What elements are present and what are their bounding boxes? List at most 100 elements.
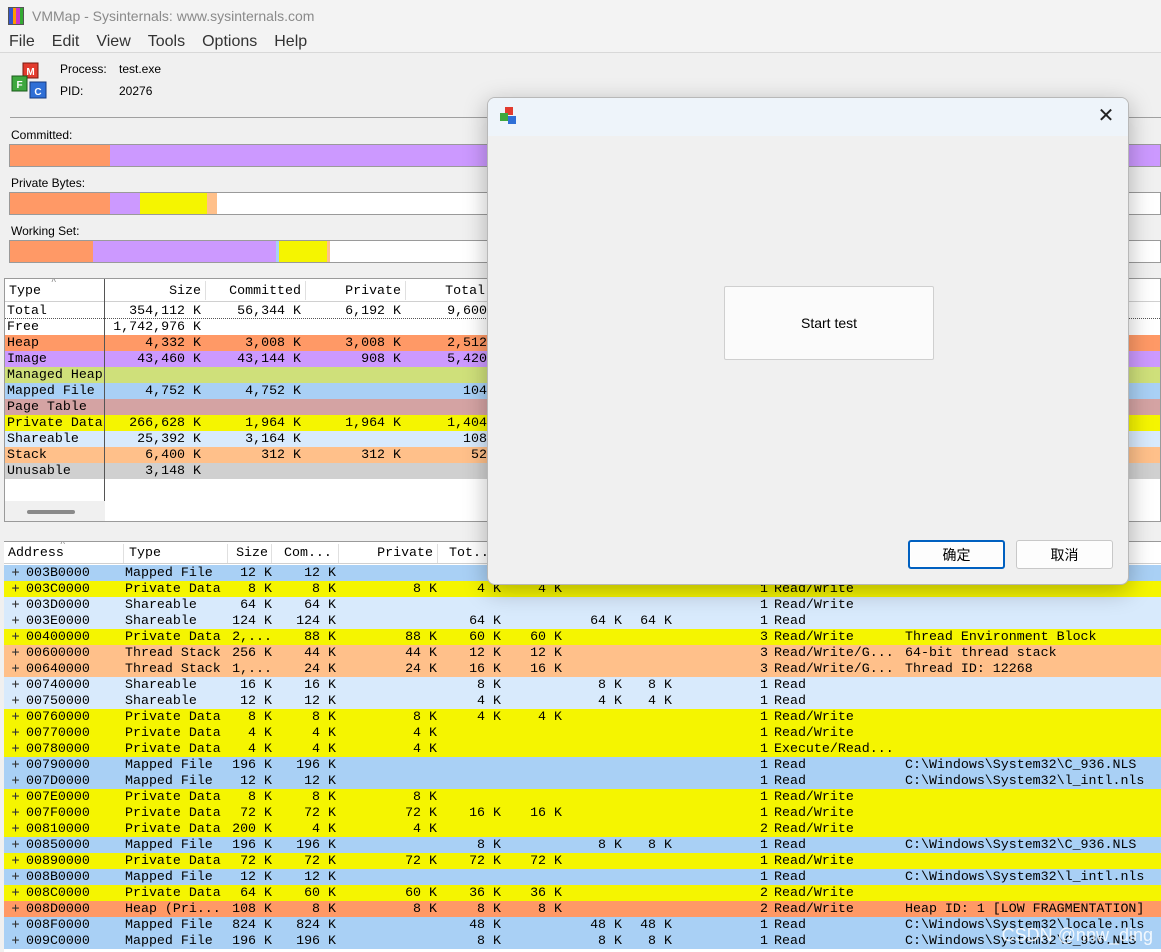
expand-plus-icon[interactable]: + — [9, 774, 22, 788]
detail-col-type[interactable]: Type — [129, 545, 161, 561]
menu-help[interactable]: Help — [266, 33, 315, 51]
detail-row[interactable]: +009C0000 Mapped File 196 K 196 K 8 K 8 K 8 K 1… — [4, 933, 1161, 949]
detail-col-size[interactable]: Size — [228, 545, 268, 561]
menu-options[interactable]: Options — [194, 33, 265, 51]
summary-cell-size: 354,112 K — [129, 303, 201, 318]
detail-row[interactable]: +008C0000 Private Data 64 K 60 K 60 K 36 K 36 … — [4, 885, 1161, 901]
detail-row[interactable]: +00740000 Shareable 16 K 16 K 8 K 8 K 8 K 1 Read — [4, 677, 1161, 693]
cancel-button[interactable]: 取消 — [1016, 540, 1113, 569]
detail-cell-committed: 8 K — [312, 581, 336, 596]
dialog-title-bar: ✕ — [488, 98, 1128, 136]
expand-plus-icon[interactable]: + — [9, 630, 22, 644]
expand-plus-icon[interactable]: + — [9, 886, 22, 900]
detail-row[interactable]: +007F0000 Private Data 72 K 72 K 72 K 16 K 16 … — [4, 805, 1161, 821]
detail-cell-type: Thread Stack — [125, 645, 221, 660]
detail-row[interactable]: +00400000 Private Data 2,... 88 K 88 K 60 K 60… — [4, 629, 1161, 645]
expand-plus-icon[interactable]: + — [9, 870, 22, 884]
expand-plus-icon[interactable]: + — [9, 758, 22, 772]
expand-plus-icon[interactable]: + — [9, 742, 22, 756]
detail-cell-shareable-ws: 8 K — [598, 933, 622, 948]
detail-cell-blocks: 1 — [760, 757, 768, 772]
start-test-button[interactable]: Start test — [724, 286, 934, 360]
expand-plus-icon[interactable]: + — [9, 566, 22, 580]
scrollbar-thumb[interactable] — [27, 510, 75, 514]
detail-cell-blocks: 1 — [760, 837, 768, 852]
private-bytes-bar-stack — [207, 193, 217, 214]
detail-row[interactable]: +008D0000 Heap (Pri... 108 K 8 K 8 K 8 K 8 K 2R… — [4, 901, 1161, 917]
expand-plus-icon[interactable]: + — [9, 646, 22, 660]
column-divider[interactable] — [271, 544, 272, 563]
summary-col-committed[interactable]: Committed — [205, 283, 301, 301]
detail-row[interactable]: +00770000 Private Data 4 K 4 K 4 K 1 Read/Writ… — [4, 725, 1161, 741]
column-divider[interactable] — [123, 544, 124, 563]
summary-horizontal-scrollbar[interactable] — [5, 501, 105, 521]
working-set-bar-private-data — [279, 241, 327, 262]
private-bytes-bar-heap — [10, 193, 110, 214]
detail-row[interactable]: +003E0000 Shareable 124 K 124 K 64 K 64 K 64 K… — [4, 613, 1161, 629]
detail-row[interactable]: +008B0000 Mapped File 12 K 12 K 1 Read C:\Wind… — [4, 869, 1161, 885]
detail-cell-details: 64-bit thread stack — [905, 645, 1057, 660]
detail-row[interactable]: +00890000 Private Data 72 K 72 K 72 K 72 K 72 … — [4, 853, 1161, 869]
detail-cell-size: 8 K — [248, 709, 272, 724]
menu-view[interactable]: View — [88, 33, 138, 51]
detail-row[interactable]: +007D0000 Mapped File 12 K 12 K 1 Read C:\Wind… — [4, 773, 1161, 789]
expand-plus-icon[interactable]: + — [9, 838, 22, 852]
detail-cell-protection: Read — [774, 773, 806, 788]
expand-plus-icon[interactable]: + — [9, 790, 22, 804]
detail-row[interactable]: +00850000 Mapped File 196 K 196 K 8 K 8 K 8 K 1… — [4, 837, 1161, 853]
detail-row[interactable]: +007E0000 Private Data 8 K 8 K 8 K 1 Read/Writ… — [4, 789, 1161, 805]
detail-cell-shared-ws: 8 K — [648, 677, 672, 692]
detail-row[interactable]: +00760000 Private Data 8 K 8 K 8 K 4 K 4 K 1 Rea… — [4, 709, 1161, 725]
expand-plus-icon[interactable]: + — [9, 726, 22, 740]
detail-row[interactable]: +00750000 Shareable 12 K 12 K 4 K 4 K 4 K 1 Read — [4, 693, 1161, 709]
summary-cell-committed: 3,164 K — [245, 431, 301, 446]
expand-plus-icon[interactable]: + — [9, 582, 22, 596]
detail-cell-protection: Read/Write/G... — [774, 645, 894, 660]
detail-row[interactable]: +008F0000 Mapped File 824 K 824 K 48 K 48 K 48… — [4, 917, 1161, 933]
detail-cell-type: Shareable — [125, 597, 197, 612]
column-divider[interactable] — [437, 544, 438, 563]
expand-plus-icon[interactable]: + — [9, 678, 22, 692]
detail-cell-type: Mapped File — [125, 917, 213, 932]
menu-edit[interactable]: Edit — [44, 33, 88, 51]
detail-cell-protection: Read/Write — [774, 597, 854, 612]
expand-plus-icon[interactable]: + — [9, 598, 22, 612]
detail-cell-type: Thread Stack — [125, 661, 221, 676]
expand-plus-icon[interactable]: + — [9, 902, 22, 916]
expand-plus-icon[interactable]: + — [9, 694, 22, 708]
detail-cell-type: Mapped File — [125, 837, 213, 852]
expand-plus-icon[interactable]: + — [9, 822, 22, 836]
menu-tools[interactable]: Tools — [140, 33, 193, 51]
detail-cell-private-ws: 72 K — [530, 853, 562, 868]
expand-plus-icon[interactable]: + — [9, 662, 22, 676]
summary-cell-committed: 56,344 K — [237, 303, 301, 318]
summary-col-private[interactable]: Private — [305, 283, 401, 301]
detail-row[interactable]: +00790000 Mapped File 196 K 196 K 1 Read C:\Wi… — [4, 757, 1161, 773]
detail-cell-type: Private Data — [125, 853, 221, 868]
expand-plus-icon[interactable]: + — [9, 854, 22, 868]
detail-cell-address: 003D0000 — [26, 597, 90, 612]
detail-row[interactable]: +00640000 Thread Stack 1,... 24 K 24 K 16 K 16… — [4, 661, 1161, 677]
detail-cell-type: Mapped File — [125, 565, 213, 580]
detail-row[interactable]: +003D0000 Shareable 64 K 64 K 1 Read/Write — [4, 597, 1161, 613]
detail-row[interactable]: +00600000 Thread Stack 256 K 44 K 44 K 12 K 12… — [4, 645, 1161, 661]
dialog-close-icon[interactable]: ✕ — [1094, 104, 1118, 128]
expand-plus-icon[interactable]: + — [9, 806, 22, 820]
expand-plus-icon[interactable]: + — [9, 934, 22, 948]
summary-cell-size: 3,148 K — [145, 463, 201, 478]
detail-col-address[interactable]: Address — [8, 545, 64, 561]
detail-col-private[interactable]: Private — [339, 545, 433, 561]
summary-col-size[interactable]: Size — [105, 283, 201, 301]
detail-col-committed[interactable]: Com... — [284, 545, 332, 561]
detail-cell-address: 00600000 — [26, 645, 90, 660]
detail-cell-committed: 196 K — [296, 757, 336, 772]
detail-row[interactable]: +00810000 Private Data 200 K 4 K 4 K 2 Read/Wr… — [4, 821, 1161, 837]
expand-plus-icon[interactable]: + — [9, 918, 22, 932]
summary-col-type[interactable]: Type — [9, 283, 41, 301]
detail-row[interactable]: +00780000 Private Data 4 K 4 K 4 K 1 Execute/R… — [4, 741, 1161, 757]
expand-plus-icon[interactable]: + — [9, 614, 22, 628]
menu-file[interactable]: File — [1, 33, 43, 51]
summary-cell-committed: 3,008 K — [245, 335, 301, 350]
expand-plus-icon[interactable]: + — [9, 710, 22, 724]
ok-button[interactable]: 确定 — [908, 540, 1005, 569]
